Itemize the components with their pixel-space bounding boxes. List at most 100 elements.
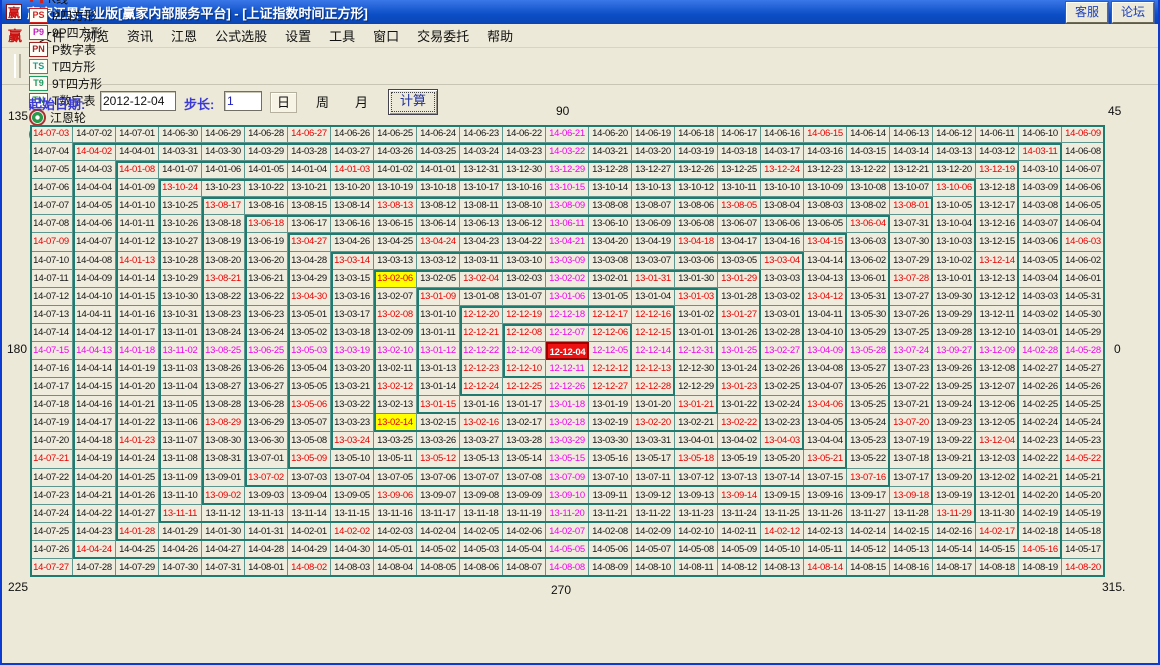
controls-bar: 起始日期: 步长: 日周月年 计算 xyxy=(2,84,1158,124)
date-cell: 13-12-07 xyxy=(976,378,1019,396)
date-cell: 13-10-18 xyxy=(417,179,460,197)
date-cell: 14-05-20 xyxy=(1062,487,1105,505)
date-cell: 13-07-26 xyxy=(890,306,933,324)
menu-item-7[interactable]: 窗口 xyxy=(364,27,408,46)
forum-button[interactable]: 论坛 xyxy=(1112,2,1154,23)
date-cell: 13-07-20 xyxy=(890,414,933,432)
date-cell: 13-09-26 xyxy=(933,360,976,378)
date-cell: 14-08-13 xyxy=(761,559,804,577)
date-cell: 14-08-09 xyxy=(589,559,632,577)
date-cell: 14-01-06 xyxy=(202,161,245,179)
date-cell: 14-03-22 xyxy=(546,143,589,161)
date-cell: 13-02-05 xyxy=(417,270,460,288)
date-cell: 14-04-21 xyxy=(73,487,116,505)
date-cell: 13-01-05 xyxy=(589,288,632,306)
date-cell: 14-02-25 xyxy=(1019,396,1062,414)
date-cell: 12-12-13 xyxy=(632,360,675,378)
date-cell: 13-10-16 xyxy=(503,179,546,197)
date-cell: 14-07-20 xyxy=(30,432,73,450)
menu-item-4[interactable]: 公式选股 xyxy=(206,27,276,46)
date-cell: 13-05-14 xyxy=(503,450,546,468)
date-cell: 13-08-20 xyxy=(202,252,245,270)
date-cell: 14-08-06 xyxy=(460,559,503,577)
date-cell: 13-04-27 xyxy=(288,233,331,251)
date-cell: 14-04-12 xyxy=(73,324,116,342)
date-cell: 13-06-26 xyxy=(245,360,288,378)
date-cell: 14-01-13 xyxy=(116,252,159,270)
date-cell: 14-03-02 xyxy=(1019,306,1062,324)
date-cell: 13-01-11 xyxy=(417,324,460,342)
date-cell: 13-08-10 xyxy=(503,197,546,215)
date-cell: 13-07-12 xyxy=(675,469,718,487)
date-cell: 13-09-18 xyxy=(890,487,933,505)
date-cell: 13-01-16 xyxy=(460,396,503,414)
period-option-0[interactable]: 日 xyxy=(270,92,297,113)
start-date-input[interactable] xyxy=(100,91,176,111)
period-option-2[interactable]: 月 xyxy=(348,92,375,113)
date-cell: 14-07-08 xyxy=(30,215,73,233)
date-cell: 13-04-22 xyxy=(503,233,546,251)
date-cell: 14-05-02 xyxy=(417,541,460,559)
date-cell: 13-03-06 xyxy=(675,252,718,270)
date-cell: 14-05-25 xyxy=(1062,396,1105,414)
date-cell: 14-06-26 xyxy=(331,125,374,143)
date-cell: 13-05-03 xyxy=(288,342,331,360)
date-cell: 14-01-10 xyxy=(116,197,159,215)
date-cell: 12-12-22 xyxy=(460,342,503,360)
date-cell: 14-05-29 xyxy=(1062,324,1105,342)
date-cell: 13-04-15 xyxy=(804,233,847,251)
date-cell: 13-07-04 xyxy=(331,469,374,487)
toolbar-item-3[interactable]: PSP四方形 xyxy=(29,7,103,24)
menu-item-6[interactable]: 工具 xyxy=(320,27,364,46)
date-cell: 12-12-10 xyxy=(503,360,546,378)
date-cell: 13-08-01 xyxy=(890,197,933,215)
date-cell: 13-11-09 xyxy=(159,469,202,487)
menu-item-2[interactable]: 资讯 xyxy=(118,27,162,46)
date-cell: 13-04-16 xyxy=(761,233,804,251)
date-cell: 14-08-07 xyxy=(503,559,546,577)
date-cell: 13-04-05 xyxy=(804,414,847,432)
date-cell: 14-01-24 xyxy=(116,450,159,468)
menu-item-5[interactable]: 设置 xyxy=(276,27,320,46)
date-cell: 13-07-06 xyxy=(417,469,460,487)
date-cell: 13-09-15 xyxy=(761,487,804,505)
menu-item-9[interactable]: 帮助 xyxy=(478,27,522,46)
date-cell: 14-03-31 xyxy=(159,143,202,161)
date-cell: 14-05-15 xyxy=(976,541,1019,559)
date-cell: 13-03-08 xyxy=(589,252,632,270)
date-cell: 13-12-02 xyxy=(976,469,1019,487)
app-window: 赢 赢家江恩专业版[赢家内部服务平台] - [上证指数时间正方形] 客服 论坛 … xyxy=(0,0,1160,665)
date-cell: 13-12-27 xyxy=(632,161,675,179)
date-cell: 13-07-03 xyxy=(288,469,331,487)
date-cell: 13-03-05 xyxy=(718,252,761,270)
date-cell: 13-09-25 xyxy=(933,378,976,396)
date-cell: 13-05-19 xyxy=(718,450,761,468)
toolbar-item-6[interactable]: TST四方形 xyxy=(29,58,103,75)
date-cell: 14-01-25 xyxy=(116,469,159,487)
period-option-1[interactable]: 周 xyxy=(309,92,336,113)
step-input[interactable] xyxy=(224,91,262,111)
menu-item-3[interactable]: 江恩 xyxy=(162,27,206,46)
date-cell: 13-03-02 xyxy=(761,288,804,306)
marked-date-cell: 13-02-06 xyxy=(374,270,417,288)
customer-service-button[interactable]: 客服 xyxy=(1066,2,1108,23)
date-cell: 14-01-26 xyxy=(116,487,159,505)
calculate-button[interactable]: 计算 xyxy=(388,89,438,115)
toolbar-item-5[interactable]: PNP数字表 xyxy=(29,41,103,58)
date-cell: 13-04-24 xyxy=(417,233,460,251)
angle-label-225: 225 xyxy=(8,580,28,594)
date-cell: 14-07-05 xyxy=(30,161,73,179)
menu-bar: 赢 文件浏览资讯江恩公式选股设置工具窗口交易委托帮助 xyxy=(2,24,1158,48)
date-cell: 13-02-22 xyxy=(718,414,761,432)
menu-item-8[interactable]: 交易委托 xyxy=(408,27,478,46)
toolbar-item-4[interactable]: P99P四方形 xyxy=(29,24,103,41)
date-cell: 13-05-07 xyxy=(288,414,331,432)
date-cell: 13-12-19 xyxy=(976,161,1019,179)
date-cell: 13-06-20 xyxy=(245,252,288,270)
date-cell: 13-08-24 xyxy=(202,324,245,342)
date-cell: 14-05-09 xyxy=(718,541,761,559)
date-cell: 14-05-21 xyxy=(1062,469,1105,487)
date-cell: 13-01-09 xyxy=(417,288,460,306)
date-cell: 14-08-12 xyxy=(718,559,761,577)
date-cell: 14-01-20 xyxy=(116,378,159,396)
